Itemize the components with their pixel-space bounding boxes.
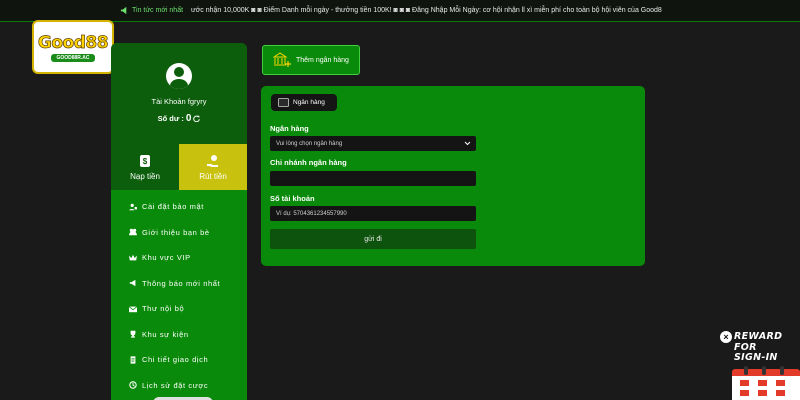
- deposit-icon: $: [140, 154, 150, 167]
- crown-icon: [129, 254, 137, 261]
- site-logo[interactable]: Good88 GOOD88R.AC: [32, 20, 114, 74]
- ticker-text: ước nhận 10,000K ◙ ◙ Điểm Danh mỗi ngày …: [191, 7, 662, 14]
- calendar-cell: [776, 380, 785, 386]
- close-icon[interactable]: ×: [720, 331, 732, 343]
- deposit-button[interactable]: $ Nạp tiền: [111, 144, 179, 190]
- ticker-label: Tin tức mới nhất: [0, 6, 191, 15]
- user-lock-icon: [129, 203, 137, 210]
- bank-form-panel: Ngân hàng Ngân hàng Vui lòng chọn ngân h…: [261, 86, 645, 266]
- branch-input[interactable]: [270, 171, 476, 186]
- svg-text:$: $: [143, 157, 148, 166]
- sidebar-item-label: Thông báo mới nhất: [142, 278, 221, 288]
- refresh-icon[interactable]: [193, 115, 201, 122]
- sidebar-item-label: Thư nội bộ: [142, 304, 185, 314]
- reward-line-3: SIGN-IN: [734, 352, 778, 363]
- news-ticker: Tin tức mới nhất ước nhận 10,000K ◙ ◙ Đi…: [0, 0, 800, 22]
- envelope-icon: [129, 306, 137, 312]
- megaphone-icon: [120, 6, 127, 15]
- sidebar-item-label: Khu vực VIP: [142, 253, 191, 263]
- trophy-icon: [130, 331, 136, 338]
- bank-select[interactable]: Vui lòng chọn ngân hàng: [270, 136, 476, 151]
- account-number-label: Số tài khoản: [270, 194, 315, 203]
- branch-label: Chi nhánh ngân hàng: [270, 158, 347, 167]
- chevron-down-icon: [464, 141, 471, 146]
- tab-bank-label: Ngân hàng: [293, 99, 325, 106]
- add-bank-label: Thêm ngân hàng: [296, 56, 349, 64]
- logo-domain: GOOD88R.AC: [51, 53, 95, 62]
- sidebar-item-transactions[interactable]: Chi tiết giao dịch: [111, 347, 247, 373]
- calendar-cell: [740, 380, 749, 386]
- reward-line-1: REWARD: [734, 331, 783, 342]
- balance-value: 0: [185, 113, 192, 124]
- calendar-ring: [744, 366, 748, 375]
- sidebar-item-events[interactable]: Khu sự kiện: [111, 322, 247, 348]
- sidebar-item-bet-history[interactable]: Lịch sử đặt cược: [111, 373, 247, 399]
- bank-label: Ngân hàng: [270, 124, 309, 133]
- sidebar-menu: Cài đặt bảo mật Giới thiệu bạn bè Khu vự…: [111, 190, 247, 398]
- calendar-cell: [740, 390, 749, 396]
- avatar[interactable]: [166, 63, 192, 89]
- add-bank-button[interactable]: Thêm ngân hàng: [262, 45, 360, 75]
- sidebar-item-inbox[interactable]: Thư nội bộ: [111, 296, 247, 322]
- calendar-ring: [762, 366, 766, 375]
- history-icon: [129, 381, 137, 389]
- calendar-cell: [758, 390, 767, 396]
- sidebar-item-vip[interactable]: Khu vực VIP: [111, 245, 247, 271]
- reward-text: REWARD FOR SIGN-IN: [734, 331, 800, 364]
- sidebar-item-label: Cài đặt bảo mật: [142, 202, 204, 212]
- sidebar-item-notifications[interactable]: Thông báo mới nhất: [111, 271, 247, 297]
- bank-select-value: Vui lòng chọn ngân hàng: [276, 140, 343, 147]
- wallet-icon: [278, 98, 289, 107]
- receipt-icon: [130, 356, 136, 364]
- calendar-ring: [780, 366, 784, 375]
- avatar-head-icon: [174, 67, 184, 77]
- withdraw-icon: [207, 154, 218, 167]
- bank-add-icon: [273, 52, 291, 67]
- wallet-actions: $ Nạp tiền Rút tiền: [111, 144, 247, 190]
- submit-button[interactable]: gửi đi: [270, 229, 476, 249]
- calendar-cell: [758, 380, 767, 386]
- account-name: Tài Khoản fgryry: [151, 97, 207, 106]
- balance: Số dư : 0: [158, 113, 201, 124]
- megaphone-icon: [129, 280, 136, 287]
- sidebar-item-label: Khu sự kiện: [142, 329, 189, 339]
- profile-card: Tài Khoản fgryry Số dư : 0: [111, 43, 247, 144]
- calendar-cell: [776, 390, 785, 396]
- account-number-input[interactable]: Ví dụ: 5704361234557990: [270, 206, 476, 221]
- avatar-body-icon: [170, 79, 188, 89]
- deposit-label: Nạp tiền: [130, 171, 160, 181]
- tab-bank[interactable]: Ngân hàng: [271, 94, 337, 111]
- users-icon: [129, 229, 137, 236]
- account-sidebar: Tài Khoản fgryry Số dư : 0 $ Nạp tiền Rú…: [111, 43, 247, 400]
- sidebar-item-label: Lịch sử đặt cược: [142, 380, 209, 390]
- calendar-icon: [732, 366, 800, 400]
- account-number-placeholder: Ví dụ: 5704361234557990: [276, 210, 347, 217]
- logo-wordmark: Good88: [37, 32, 109, 53]
- sidebar-item-security[interactable]: Cài đặt bảo mật: [111, 194, 247, 220]
- withdraw-label: Rút tiền: [199, 171, 227, 181]
- sidebar-item-label: Giới thiệu bạn bè: [142, 227, 210, 237]
- sidebar-item-referral[interactable]: Giới thiệu bạn bè: [111, 220, 247, 246]
- balance-label: Số dư :: [157, 114, 184, 123]
- sidebar-item-label: Chi tiết giao dịch: [142, 355, 209, 365]
- withdraw-button[interactable]: Rút tiền: [179, 144, 247, 190]
- ticker-label-text: Tin tức mới nhất: [132, 7, 184, 14]
- reward-signin-banner[interactable]: × REWARD FOR SIGN-IN: [718, 326, 800, 400]
